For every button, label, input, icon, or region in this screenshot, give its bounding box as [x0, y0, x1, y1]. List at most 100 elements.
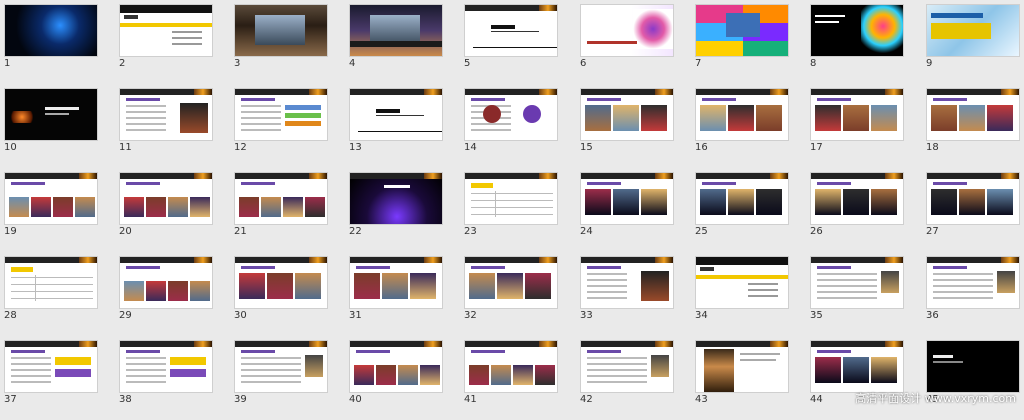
slide-preview[interactable] [464, 256, 558, 309]
slide-thumbnail[interactable]: 9 [924, 2, 1024, 84]
slide-preview[interactable] [349, 340, 443, 393]
thumb-shape [354, 273, 380, 299]
slide-preview[interactable] [810, 172, 904, 225]
slide-preview[interactable] [580, 256, 674, 309]
slide-thumbnail[interactable]: 30 [232, 254, 332, 336]
slide-preview[interactable] [580, 4, 674, 57]
slide-preview[interactable] [464, 88, 558, 141]
slide-preview[interactable] [926, 172, 1020, 225]
slide-preview[interactable] [4, 4, 98, 57]
slide-thumbnail[interactable]: 32 [462, 254, 562, 336]
slide-thumbnail[interactable]: 25 [693, 170, 793, 252]
slide-preview[interactable] [695, 88, 789, 141]
slide-thumbnail[interactable]: 28 [2, 254, 102, 336]
slide-thumbnail[interactable]: 20 [117, 170, 217, 252]
slide-preview[interactable] [234, 256, 328, 309]
slide-thumbnail[interactable]: 7 [693, 2, 793, 84]
thumb-shape [11, 363, 51, 365]
slide-thumbnail[interactable]: 3 [232, 2, 332, 84]
slide-preview[interactable] [695, 256, 789, 309]
slide-thumbnail[interactable]: 36 [924, 254, 1024, 336]
slide-preview[interactable] [580, 340, 674, 393]
slide-thumbnail[interactable]: 6 [578, 2, 678, 84]
slide-preview[interactable] [4, 256, 98, 309]
slide-thumbnail[interactable]: 27 [924, 170, 1024, 252]
slide-thumbnail[interactable]: 11 [117, 86, 217, 168]
slide-preview[interactable] [464, 4, 558, 57]
slide-preview[interactable] [4, 340, 98, 393]
slide-thumbnail[interactable]: 26 [808, 170, 908, 252]
slide-thumbnail[interactable]: 14 [462, 86, 562, 168]
slide-preview[interactable] [926, 340, 1020, 393]
slide-thumbnail[interactable]: 24 [578, 170, 678, 252]
slide-thumbnail[interactable]: 10 [2, 86, 102, 168]
slide-thumbnail[interactable]: 31 [347, 254, 447, 336]
slide-number: 11 [119, 142, 132, 153]
slide-thumbnail[interactable]: 17 [808, 86, 908, 168]
slide-thumbnail[interactable]: 23 [462, 170, 562, 252]
slide-preview[interactable] [119, 4, 213, 57]
thumb-shape [740, 353, 780, 355]
slide-preview[interactable] [695, 172, 789, 225]
slide-thumbnail[interactable]: 2 [117, 2, 217, 84]
thumb-shape [55, 369, 91, 377]
thumb-shape [704, 349, 734, 392]
thumb-shape [613, 189, 639, 215]
thumb-shape [871, 105, 897, 131]
slide-thumbnail[interactable]: 8 [808, 2, 908, 84]
slide-thumbnail[interactable]: 21 [232, 170, 332, 252]
thumb-shape [146, 281, 166, 301]
slide-preview[interactable] [695, 4, 789, 57]
slide-preview[interactable] [4, 88, 98, 141]
slide-preview[interactable] [926, 256, 1020, 309]
slide-preview[interactable] [464, 172, 558, 225]
thumb-shape [168, 281, 188, 301]
slide-thumbnail[interactable]: 5 [462, 2, 562, 84]
slide-preview[interactable] [349, 256, 443, 309]
slide-preview[interactable] [580, 172, 674, 225]
slide-thumbnail[interactable]: 35 [808, 254, 908, 336]
slide-preview[interactable] [119, 256, 213, 309]
slide-preview[interactable] [119, 88, 213, 141]
slide-preview[interactable] [810, 4, 904, 57]
slide-thumbnail[interactable]: 13 [347, 86, 447, 168]
thumb-shape [651, 355, 669, 377]
slide-thumbnail[interactable]: 18 [924, 86, 1024, 168]
slide-preview[interactable] [349, 172, 443, 225]
slide-preview[interactable] [810, 340, 904, 393]
thumb-shape [11, 298, 93, 299]
slide-preview[interactable] [119, 172, 213, 225]
slide-thumbnail[interactable]: 1 [2, 2, 102, 84]
slide-preview[interactable] [926, 4, 1020, 57]
slide-preview[interactable] [234, 88, 328, 141]
slide-thumbnail[interactable]: 33 [578, 254, 678, 336]
thumb-shape [815, 15, 845, 17]
slide-thumbnail[interactable]: 15 [578, 86, 678, 168]
slide-preview[interactable] [464, 340, 558, 393]
slide-preview[interactable] [119, 340, 213, 393]
slide-thumbnail[interactable]: 19 [2, 170, 102, 252]
slide-thumbnail[interactable]: 22 [347, 170, 447, 252]
slide-preview[interactable] [4, 172, 98, 225]
slide-thumbnail[interactable]: 29 [117, 254, 217, 336]
slide-thumbnail[interactable]: 34 [693, 254, 793, 336]
slide-preview[interactable] [349, 4, 443, 57]
slide-preview[interactable] [234, 340, 328, 393]
slide-preview[interactable] [234, 172, 328, 225]
thumb-shape [700, 189, 726, 215]
slide-preview[interactable] [580, 88, 674, 141]
slide-preview[interactable] [810, 88, 904, 141]
slide-thumbnail[interactable]: 16 [693, 86, 793, 168]
thumb-shape [633, 9, 673, 49]
thumb-header-accent [885, 89, 903, 95]
thumb-shape [843, 189, 869, 215]
slide-preview[interactable] [810, 256, 904, 309]
slide-preview[interactable] [349, 88, 443, 141]
thumb-shape [641, 189, 667, 215]
slide-preview[interactable] [695, 340, 789, 393]
slide-thumbnail[interactable]: 12 [232, 86, 332, 168]
thumb-header-accent [194, 89, 212, 95]
slide-preview[interactable] [926, 88, 1020, 141]
slide-thumbnail[interactable]: 4 [347, 2, 447, 84]
slide-preview[interactable] [234, 4, 328, 57]
